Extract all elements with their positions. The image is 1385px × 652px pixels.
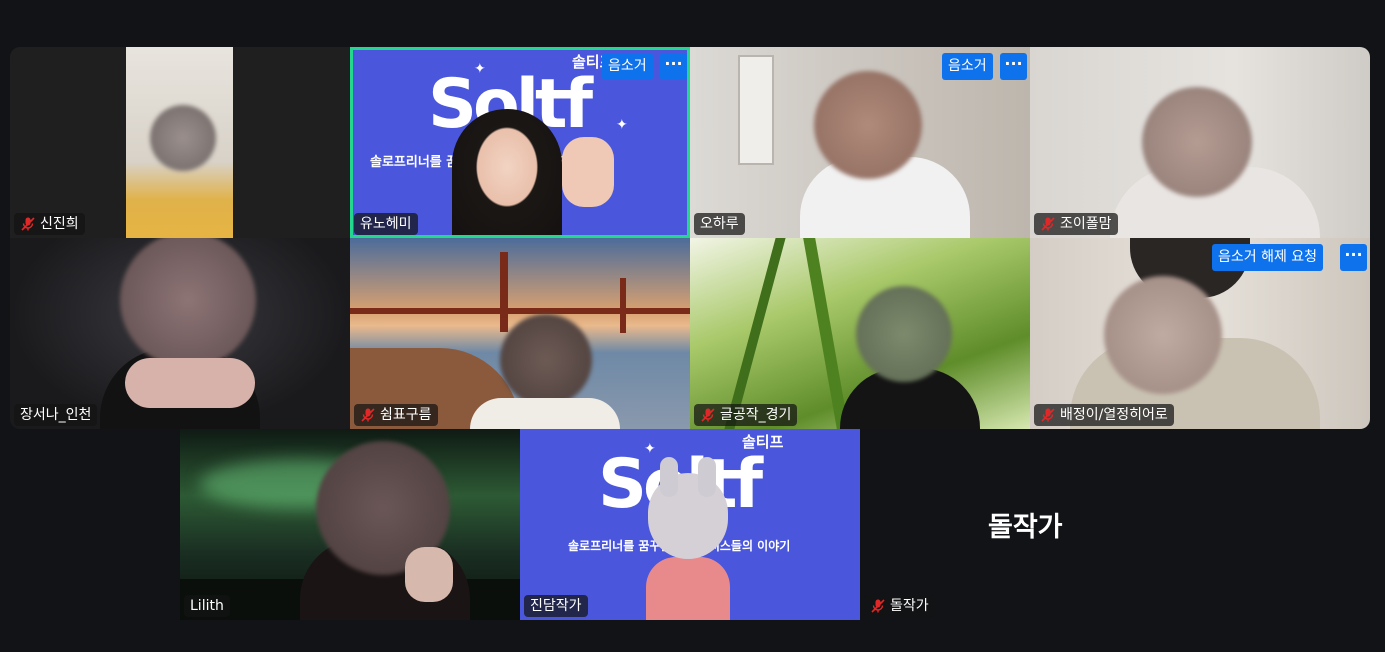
video-tile-swimpyogureum[interactable]: 쉼표구름	[350, 238, 690, 429]
video-tile-oharu[interactable]: 음소거 ··· 오하루	[690, 47, 1030, 238]
participant-name: 진담작가	[530, 598, 582, 614]
participant-name: 오하루	[700, 216, 739, 232]
video-tile-geulgongjak[interactable]: 글공작_경기	[690, 238, 1030, 429]
video-gallery: 신진희 솔티프 Soltf 솔로프리너를 꿈꾸는 프리랜서스들의 이야기 ✦ ✦…	[10, 47, 1370, 429]
muted-mic-icon	[1041, 408, 1055, 422]
participant-name: Lilith	[190, 598, 224, 614]
video-tile-sinjinhui[interactable]: 신진희	[10, 47, 350, 238]
blurred-face	[856, 286, 952, 382]
bridge	[350, 308, 690, 314]
participant-name: 배정이/열정히어로	[1060, 407, 1168, 423]
participant-name: 유노헤미	[360, 216, 412, 232]
hands	[125, 358, 255, 408]
video-feed	[738, 55, 774, 165]
avatar-body	[646, 557, 730, 620]
video-tile-jindamjakga[interactable]: 솔티프 Soltf 솔로프리너를 꿈꾸는 프리랜서스들의 이야기 ✦ 진담작가	[520, 429, 860, 620]
participant-name-tag: 장서나_인천	[14, 404, 98, 426]
participant-name: 조이폴맘	[1060, 216, 1112, 232]
muted-mic-icon	[701, 408, 715, 422]
video-tile-joipolmam[interactable]: 조이폴맘	[1030, 47, 1370, 238]
participant-name-tag: 오하루	[694, 213, 745, 235]
avatar-ear	[660, 457, 678, 497]
bridge-tower	[500, 252, 508, 332]
sparkle-icon: ✦	[616, 117, 628, 133]
video-tile-baejeongi[interactable]: 음소거 해제 요청 ··· 배정이/열정히어로	[1030, 238, 1370, 429]
video-off-name: 돌작가	[988, 512, 1063, 543]
video-feed	[470, 398, 620, 429]
blurred-face	[120, 238, 256, 368]
muted-mic-icon	[871, 599, 885, 613]
waving-hand	[562, 137, 614, 207]
sparkle-icon: ✦	[474, 61, 486, 77]
blurred-face	[1104, 276, 1222, 394]
participant-name-tag: Lilith	[184, 595, 230, 617]
participant-name: 돌작가	[890, 598, 929, 614]
participant-name-tag: 신진희	[14, 213, 85, 235]
video-feed	[452, 109, 562, 238]
avatar-ear	[698, 457, 716, 497]
muted-mic-icon	[361, 408, 375, 422]
blurred-face	[500, 314, 592, 406]
video-tile-yunohemi[interactable]: 솔티프 Soltf 솔로프리너를 꿈꾸는 프리랜서스들의 이야기 ✦ ✦ 음소거…	[350, 47, 690, 238]
hand	[405, 547, 453, 602]
grass-blade	[724, 238, 786, 429]
participant-name-tag: 돌작가	[864, 595, 935, 617]
more-options-button[interactable]: ···	[1000, 53, 1027, 80]
blurred-face	[150, 105, 216, 171]
participant-name-tag: 배정이/열정히어로	[1034, 404, 1174, 426]
bridge-tower	[620, 278, 626, 333]
more-options-button[interactable]: ···	[660, 53, 687, 80]
muted-mic-icon	[21, 217, 35, 231]
blurred-face	[1142, 87, 1252, 197]
participant-name-tag: 진담작가	[524, 595, 588, 617]
participant-name-tag: 유노헤미	[354, 213, 418, 235]
participant-name-tag: 조이폴맘	[1034, 213, 1118, 235]
grass-blade	[803, 238, 849, 429]
participant-name: 쉼표구름	[380, 407, 432, 423]
sparkle-icon: ✦	[644, 441, 656, 457]
participant-name-tag: 쉼표구름	[354, 404, 438, 426]
participant-name-tag: 글공작_경기	[694, 404, 798, 426]
mute-button[interactable]: 음소거	[942, 53, 993, 80]
participant-name: 장서나_인천	[20, 407, 92, 423]
mute-button[interactable]: 음소거	[602, 53, 653, 80]
more-options-button[interactable]: ···	[1340, 244, 1367, 271]
video-tile-jangseona[interactable]: 장서나_인천	[10, 238, 350, 429]
participant-name: 신진희	[40, 216, 79, 232]
request-unmute-button[interactable]: 음소거 해제 요청	[1212, 244, 1324, 271]
video-tile-lilith[interactable]: Lilith	[180, 429, 520, 620]
participant-name: 글공작_경기	[720, 407, 792, 423]
blurred-face	[814, 71, 922, 179]
muted-mic-icon	[1041, 217, 1055, 231]
